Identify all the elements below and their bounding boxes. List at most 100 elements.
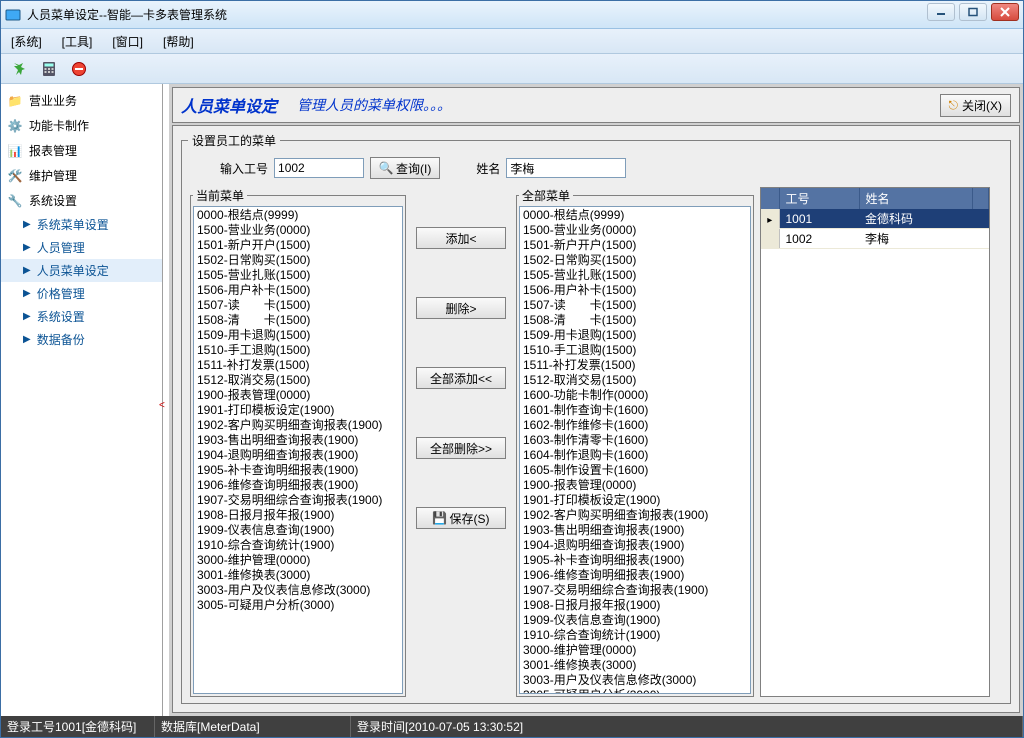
list-item[interactable]: 1604-制作退购卡(1600) — [521, 448, 749, 463]
col-emp-name[interactable]: 姓名 — [859, 188, 973, 209]
list-item[interactable]: 3003-用户及仪表信息修改(3000) — [521, 673, 749, 688]
list-item[interactable]: 1501-新户开户(1500) — [521, 238, 749, 253]
list-item[interactable]: 1900-报表管理(0000) — [195, 388, 401, 403]
list-item[interactable]: 1907-交易明细综合查询报表(1900) — [521, 583, 749, 598]
list-item[interactable]: 1507-读 卡(1500) — [195, 298, 401, 313]
current-menu-list[interactable]: 0000-根结点(9999)1500-营业业务(0000)1501-新户开户(1… — [193, 206, 403, 694]
list-item[interactable]: 1502-日常购买(1500) — [521, 253, 749, 268]
splitter[interactable] — [163, 84, 169, 716]
list-item[interactable]: 1906-维修查询明细报表(1900) — [195, 478, 401, 493]
list-item[interactable]: 1501-新户开户(1500) — [195, 238, 401, 253]
add-button[interactable]: 添加< — [416, 227, 506, 249]
list-item[interactable]: 1901-打印模板设定(1900) — [521, 493, 749, 508]
nav-group-business[interactable]: 📁营业业务 — [1, 88, 162, 113]
nav-group-maintain[interactable]: 🛠️维护管理 — [1, 163, 162, 188]
nav-sub-price[interactable]: ▶价格管理 — [1, 282, 162, 305]
close-window-button[interactable] — [991, 3, 1019, 21]
col-emp-id[interactable]: 工号 — [779, 188, 859, 209]
list-item[interactable]: 1507-读 卡(1500) — [521, 298, 749, 313]
list-item[interactable]: 1902-客户购买明细查询报表(1900) — [521, 508, 749, 523]
search-icon: 🔍 — [379, 161, 393, 175]
list-item[interactable]: 1906-维修查询明细报表(1900) — [521, 568, 749, 583]
list-item[interactable]: 1505-营业扎账(1500) — [521, 268, 749, 283]
list-item[interactable]: 1905-补卡查询明细报表(1900) — [195, 463, 401, 478]
nav-sub-staffmenu[interactable]: ▶人员菜单设定 — [1, 259, 162, 282]
nav-group-system[interactable]: 🔧系统设置 — [1, 188, 162, 213]
list-item[interactable]: 1502-日常购买(1500) — [195, 253, 401, 268]
list-item[interactable]: 3000-维护管理(0000) — [521, 643, 749, 658]
nav-sub-sysmenu[interactable]: ▶系统菜单设置 — [1, 213, 162, 236]
save-button[interactable]: 💾保存(S) — [416, 507, 506, 529]
menu-help[interactable]: [帮助] — [163, 33, 194, 50]
list-item[interactable]: 1508-清 卡(1500) — [195, 313, 401, 328]
list-item[interactable]: 1910-综合查询统计(1900) — [521, 628, 749, 643]
menu-system[interactable]: [系统] — [11, 33, 42, 50]
list-item[interactable]: 1510-手工退购(1500) — [521, 343, 749, 358]
list-item[interactable]: 3003-用户及仪表信息修改(3000) — [195, 583, 401, 598]
all-menu-list[interactable]: 0000-根结点(9999)1500-营业业务(0000)1501-新户开户(1… — [519, 206, 751, 694]
list-item[interactable]: 1509-用卡退购(1500) — [195, 328, 401, 343]
employee-grid[interactable]: 工号 姓名 1001金德科码1002李梅 — [760, 187, 990, 697]
maximize-button[interactable] — [959, 3, 987, 21]
list-item[interactable]: 1903-售出明细查询报表(1900) — [521, 523, 749, 538]
list-item[interactable]: 1904-退购明细查询报表(1900) — [195, 448, 401, 463]
nav-group-card[interactable]: ⚙️功能卡制作 — [1, 113, 162, 138]
close-page-button[interactable]: ⎋ 关闭(X) — [940, 94, 1012, 117]
list-item[interactable]: 3000-维护管理(0000) — [195, 553, 401, 568]
list-item[interactable]: 1506-用户补卡(1500) — [195, 283, 401, 298]
remove-button[interactable]: 删除> — [416, 297, 506, 319]
nav-sub-syscfg[interactable]: ▶系统设置 — [1, 305, 162, 328]
menu-window[interactable]: [窗口] — [112, 33, 143, 50]
list-item[interactable]: 1510-手工退购(1500) — [195, 343, 401, 358]
toolbar-run-icon[interactable] — [5, 57, 33, 81]
list-item[interactable]: 1500-营业业务(0000) — [521, 223, 749, 238]
list-item[interactable]: 1602-制作维修卡(1600) — [521, 418, 749, 433]
list-item[interactable]: 1909-仪表信息查询(1900) — [521, 613, 749, 628]
query-button[interactable]: 🔍查询(I) — [370, 157, 440, 179]
list-item[interactable]: 1908-日报月报年报(1900) — [521, 598, 749, 613]
toolbar-stop-icon[interactable] — [65, 57, 93, 81]
list-item[interactable]: 1910-综合查询统计(1900) — [195, 538, 401, 553]
list-item[interactable]: 1903-售出明细查询报表(1900) — [195, 433, 401, 448]
nav-group-report[interactable]: 📊报表管理 — [1, 138, 162, 163]
table-row[interactable]: 1002李梅 — [761, 229, 989, 249]
list-item[interactable]: 1902-客户购买明细查询报表(1900) — [195, 418, 401, 433]
menu-tools[interactable]: [工具] — [62, 33, 93, 50]
nav-sub-staff[interactable]: ▶人员管理 — [1, 236, 162, 259]
emp-id-input[interactable] — [274, 158, 364, 178]
list-item[interactable]: 1909-仪表信息查询(1900) — [195, 523, 401, 538]
list-item[interactable]: 1509-用卡退购(1500) — [521, 328, 749, 343]
list-item[interactable]: 1512-取消交易(1500) — [195, 373, 401, 388]
list-item[interactable]: 1901-打印模板设定(1900) — [195, 403, 401, 418]
list-item[interactable]: 1500-营业业务(0000) — [195, 223, 401, 238]
list-item[interactable]: 0000-根结点(9999) — [521, 208, 749, 223]
list-item[interactable]: 1505-营业扎账(1500) — [195, 268, 401, 283]
list-item[interactable]: 1511-补打发票(1500) — [521, 358, 749, 373]
list-item[interactable]: 1506-用户补卡(1500) — [521, 283, 749, 298]
table-row[interactable]: 1001金德科码 — [761, 209, 989, 229]
list-item[interactable]: 1905-补卡查询明细报表(1900) — [521, 553, 749, 568]
list-item[interactable]: 0000-根结点(9999) — [195, 208, 401, 223]
list-item[interactable]: 3001-维修换表(3000) — [521, 658, 749, 673]
grid-scrollbar[interactable] — [973, 188, 989, 209]
list-item[interactable]: 1601-制作查询卡(1600) — [521, 403, 749, 418]
list-item[interactable]: 1907-交易明细综合查询报表(1900) — [195, 493, 401, 508]
list-item[interactable]: 1605-制作设置卡(1600) — [521, 463, 749, 478]
list-item[interactable]: 1512-取消交易(1500) — [521, 373, 749, 388]
minimize-button[interactable] — [927, 3, 955, 21]
name-input[interactable] — [506, 158, 626, 178]
list-item[interactable]: 1508-清 卡(1500) — [521, 313, 749, 328]
list-item[interactable]: 1900-报表管理(0000) — [521, 478, 749, 493]
toolbar-calculator-icon[interactable] — [35, 57, 63, 81]
list-item[interactable]: 3005-可疑用户分析(3000) — [521, 688, 749, 694]
list-item[interactable]: 1600-功能卡制作(0000) — [521, 388, 749, 403]
list-item[interactable]: 3005-可疑用户分析(3000) — [195, 598, 401, 613]
list-item[interactable]: 3001-维修换表(3000) — [195, 568, 401, 583]
remove-all-button[interactable]: 全部删除>> — [416, 437, 506, 459]
list-item[interactable]: 1511-补打发票(1500) — [195, 358, 401, 373]
list-item[interactable]: 1603-制作清零卡(1600) — [521, 433, 749, 448]
nav-sub-backup[interactable]: ▶数据备份 — [1, 328, 162, 351]
list-item[interactable]: 1908-日报月报年报(1900) — [195, 508, 401, 523]
add-all-button[interactable]: 全部添加<< — [416, 367, 506, 389]
list-item[interactable]: 1904-退购明细查询报表(1900) — [521, 538, 749, 553]
